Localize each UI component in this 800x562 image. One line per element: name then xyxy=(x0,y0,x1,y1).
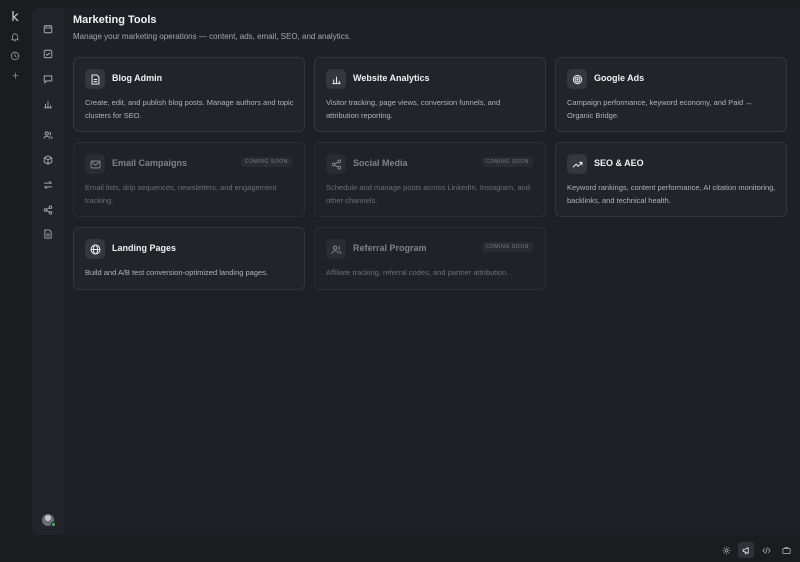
coming-soon-badge: COMING SOON xyxy=(481,242,533,252)
card-google-ads[interactable]: Google Ads Campaign performance, keyword… xyxy=(555,57,787,132)
share-icon xyxy=(326,154,346,174)
share-icon[interactable] xyxy=(39,201,56,218)
bar-chart-icon[interactable] xyxy=(39,95,56,112)
card-description: Email lists, drip sequences, newsletters… xyxy=(85,183,277,205)
box-icon[interactable] xyxy=(39,151,56,168)
card-website-analytics[interactable]: Website Analytics Visitor tracking, page… xyxy=(314,57,546,132)
chat-icon[interactable] xyxy=(39,70,56,87)
checkbox-icon[interactable] xyxy=(39,45,56,62)
online-status-dot xyxy=(51,522,56,527)
card-blog-admin[interactable]: Blog Admin Create, edit, and publish blo… xyxy=(73,57,305,132)
card-description: Keyword rankings, content performance, A… xyxy=(567,183,776,205)
gear-icon[interactable] xyxy=(718,542,734,558)
trending-up-icon xyxy=(567,154,587,174)
card-landing-pages[interactable]: Landing Pages Build and A/B test convers… xyxy=(73,227,305,290)
card-referral-program: Referral Program COMING SOON Affiliate t… xyxy=(314,227,546,290)
card-description: Create, edit, and publish blog posts. Ma… xyxy=(85,98,294,120)
card-description: Schedule and manage posts across LinkedI… xyxy=(326,183,530,205)
page-subtitle: Manage your marketing operations — conte… xyxy=(73,32,351,41)
card-description: Campaign performance, keyword economy, a… xyxy=(567,98,753,120)
coming-soon-badge: COMING SOON xyxy=(240,157,292,167)
card-description: Build and A/B test conversion-optimized … xyxy=(85,268,269,277)
card-title: Website Analytics xyxy=(353,73,430,83)
card-seo-aeo[interactable]: SEO & AEO Keyword rankings, content perf… xyxy=(555,142,787,217)
card-title: SEO & AEO xyxy=(594,158,644,168)
card-title: Blog Admin xyxy=(112,73,163,83)
card-description: Affiliate tracking, referral codes, and … xyxy=(326,268,509,277)
users-icon xyxy=(326,239,346,259)
main-panel: Marketing Tools Manage your marketing op… xyxy=(63,8,800,535)
status-bar xyxy=(718,542,794,558)
document-icon xyxy=(85,69,105,89)
plus-icon[interactable] xyxy=(6,66,24,84)
calendar-icon[interactable] xyxy=(39,20,56,37)
card-email-campaigns: Email Campaigns COMING SOON Email lists,… xyxy=(73,142,305,217)
app-rail: k xyxy=(0,0,30,562)
card-title: Google Ads xyxy=(594,73,645,83)
card-title: Referral Program xyxy=(353,243,427,253)
globe-icon xyxy=(85,239,105,259)
card-title: Social Media xyxy=(353,158,408,168)
card-description: Visitor tracking, page views, conversion… xyxy=(326,98,501,120)
users-icon[interactable] xyxy=(39,126,56,143)
code-icon[interactable] xyxy=(758,542,774,558)
page-title: Marketing Tools xyxy=(73,14,157,26)
avatar[interactable] xyxy=(42,514,56,527)
history-icon[interactable] xyxy=(6,47,24,65)
megaphone-icon[interactable] xyxy=(738,542,754,558)
bell-icon[interactable] xyxy=(6,28,24,46)
transfer-icon[interactable] xyxy=(39,176,56,193)
target-icon xyxy=(567,69,587,89)
bar-chart-icon xyxy=(326,69,346,89)
card-title: Email Campaigns xyxy=(112,158,188,168)
document-icon[interactable] xyxy=(39,225,56,242)
app-logo[interactable]: k xyxy=(8,10,22,26)
sidebar xyxy=(32,8,63,535)
briefcase-icon[interactable] xyxy=(778,542,794,558)
card-title: Landing Pages xyxy=(112,243,177,253)
mail-icon xyxy=(85,154,105,174)
coming-soon-badge: COMING SOON xyxy=(481,157,533,167)
card-social-media: Social Media COMING SOON Schedule and ma… xyxy=(314,142,546,217)
